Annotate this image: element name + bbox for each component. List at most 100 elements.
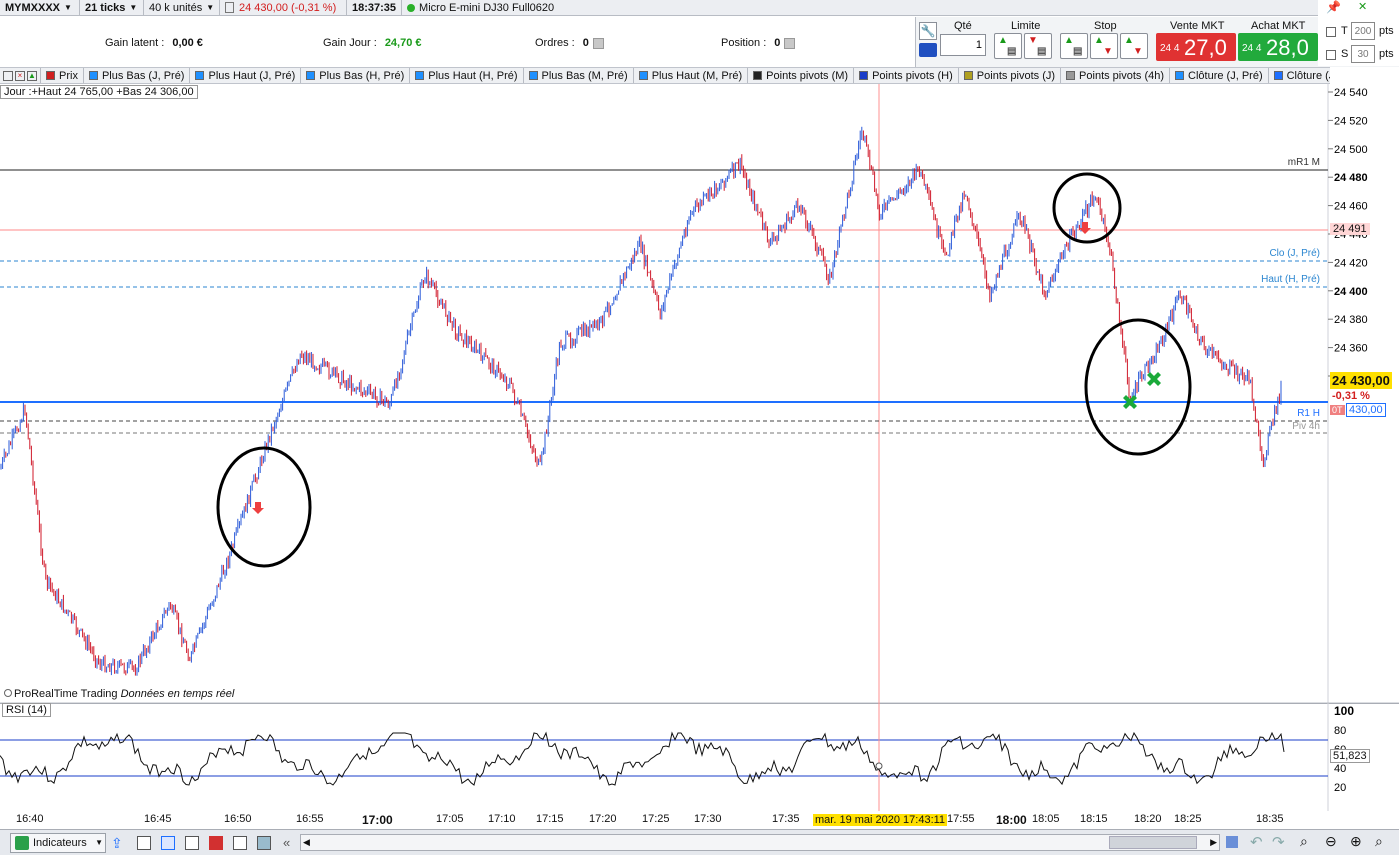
gain-jour: Gain Jour : 24,70 € <box>323 37 422 49</box>
rsi-line <box>0 731 1285 786</box>
limit-sell-button[interactable]: ▼ ▤ <box>1024 33 1052 59</box>
position[interactable]: Position : 0 <box>721 37 796 49</box>
wrench-icon[interactable]: 🔧 <box>919 22 937 40</box>
s-value-input[interactable] <box>1351 45 1375 63</box>
rsi-label[interactable]: RSI (14) <box>2 703 51 717</box>
x-tick-label: 18:20 <box>1134 813 1162 825</box>
zoom-reset-icon[interactable]: ⌕ <box>1375 833 1383 850</box>
up-arrow-icon[interactable]: ▲ <box>27 70 37 81</box>
rsi-value-tag: 51,823 <box>1330 749 1370 763</box>
indicators-icon <box>15 836 29 850</box>
limit-buy-button[interactable]: ▲ ▤ <box>994 33 1022 59</box>
t-checkbox[interactable] <box>1326 27 1336 37</box>
legend-swatch-icon <box>195 71 205 80</box>
remove-icon[interactable]: × <box>15 70 25 81</box>
legend-item[interactable]: Plus Haut (J, Pré) <box>190 68 302 83</box>
qty-input[interactable] <box>940 34 986 56</box>
keyboard-icon[interactable] <box>919 43 937 57</box>
position-value: 0 <box>774 37 781 49</box>
ot-value: 430,00 <box>1346 403 1386 417</box>
legend-item[interactable]: Points pivots (M) <box>748 68 855 83</box>
legend-item[interactable]: Points pivots (4h) <box>1061 68 1171 83</box>
drawing-icon[interactable] <box>209 836 223 850</box>
legend-swatch-icon <box>1066 71 1076 80</box>
scroll-end-icon[interactable] <box>1226 836 1238 848</box>
units-selector[interactable]: 40 k unités ▼ <box>144 0 220 16</box>
redo-icon[interactable]: ↷ <box>1272 833 1285 851</box>
buy-market-button[interactable]: 24 4 28,0 <box>1238 33 1318 61</box>
t-value-input[interactable] <box>1351 22 1375 40</box>
legend-label: Points pivots (4h) <box>1079 69 1165 82</box>
zoom-in-icon[interactable]: ⊕ <box>1350 833 1362 850</box>
legend-item[interactable]: Prix <box>41 68 84 83</box>
close-icon[interactable]: ✕ <box>1358 0 1367 13</box>
gain-latent-label: Gain latent : <box>105 37 165 49</box>
legend-item[interactable]: Plus Bas (H, Pré) <box>301 68 411 83</box>
zoom-fit-icon[interactable]: ⌕ <box>1300 833 1308 850</box>
legend-item[interactable]: Points pivots (J) <box>959 68 1062 83</box>
zoom-out-icon[interactable]: ⊖ <box>1325 833 1337 850</box>
double-chevron-left-icon[interactable]: « <box>283 835 290 850</box>
instrument-name: Micro E-mini DJ30 Full0620 <box>402 0 559 16</box>
settings-icon[interactable] <box>3 70 13 81</box>
last-change-tag: -0,31 % <box>1332 390 1370 402</box>
layout-icon[interactable] <box>137 836 151 850</box>
x-tick-label: 17:05 <box>436 813 464 825</box>
right-panel: 📌 ✕ T pts S pts <box>1318 0 1399 66</box>
x-tick-label: 16:40 <box>16 813 44 825</box>
price-change: 24 430,00 (-0,31 %) <box>239 1 337 14</box>
y-tick-label: 24 380 <box>1334 314 1368 326</box>
stop-order-button[interactable]: ▲ ▼ <box>1120 33 1148 59</box>
symbol-selector[interactable]: MYMXXXX ▼ <box>0 0 80 16</box>
rsi-canvas[interactable]: 10080604020 <box>0 703 1399 811</box>
x-tick-label: 17:10 <box>488 813 516 825</box>
watermark-text: ProRealTime Trading <box>14 688 118 700</box>
legend-label: Plus Bas (J, Pré) <box>101 69 185 82</box>
table-icon[interactable] <box>233 836 247 850</box>
trade-icon[interactable] <box>185 836 199 850</box>
pin-icon[interactable]: 📌 <box>1326 0 1341 14</box>
legend-item[interactable]: Points pivots (H) <box>854 68 959 83</box>
legend-item[interactable]: Plus Bas (J, Pré) <box>84 68 191 83</box>
ordres[interactable]: Ordres : 0 <box>535 37 604 49</box>
legend-item[interactable]: Clôture (J) <box>1269 68 1330 83</box>
x-tick-label: 18:15 <box>1080 813 1108 825</box>
watermark-sub: Données en temps réel <box>120 688 235 700</box>
close-position-icon[interactable] <box>784 37 796 49</box>
legend-item[interactable]: Plus Haut (M, Pré) <box>634 68 749 83</box>
rsi-tick-label: 40 <box>1334 763 1346 775</box>
scroll-thumb[interactable] <box>1109 836 1197 849</box>
ticks-selector[interactable]: 21 ticks ▼ <box>80 0 144 16</box>
symbol-label: MYMXXXX <box>5 1 61 14</box>
rsi-panel[interactable]: 10080604020 RSI (14) 51,823 <box>0 703 1399 811</box>
legend-item[interactable]: Plus Haut (H, Pré) <box>410 68 524 83</box>
horizontal-scrollbar[interactable]: ◀ ▶ <box>300 834 1220 851</box>
limit-label: Limite <box>1011 20 1041 32</box>
indicators-button[interactable]: Indicateurs ▼ <box>10 833 106 853</box>
clock-time: 18:37:35 <box>352 1 397 14</box>
haut-tag: Haut (H, Pré) <box>1261 274 1320 285</box>
buy-marker-icon <box>1147 372 1161 386</box>
scroll-right-icon[interactable]: ▶ <box>1210 837 1217 848</box>
ot-badge: 0T <box>1330 405 1345 415</box>
stop-sell-button[interactable]: ▲ ▼ <box>1090 33 1118 59</box>
price-chart[interactable]: 24 540 24 520 24 500 24 480 24 460 24 440 24 4… <box>0 84 1399 704</box>
instrument-label: Micro E-mini DJ30 Full0620 <box>419 1 555 14</box>
legend-item[interactable]: Clôture (J, Pré) <box>1170 68 1269 83</box>
scroll-left-icon[interactable]: ◀ <box>303 837 310 848</box>
chart-info-label: Jour :+Haut 24 765,00 +Bas 24 306,00 <box>0 85 198 99</box>
legend-swatch-icon <box>1273 71 1283 80</box>
s-checkbox[interactable] <box>1326 50 1336 60</box>
screen-icon[interactable] <box>257 836 271 850</box>
legend-item[interactable]: Plus Bas (M, Pré) <box>524 68 634 83</box>
sell-market-button[interactable]: 24 4 27,0 <box>1156 33 1236 61</box>
t-unit: pts <box>1379 25 1394 37</box>
chat-icon[interactable] <box>161 836 175 850</box>
stop-buy-button[interactable]: ▲ ▤ <box>1060 33 1088 59</box>
x-tick-label: 18:25 <box>1174 813 1202 825</box>
undo-icon[interactable]: ↶ <box>1250 833 1263 851</box>
price-chart-canvas[interactable]: 24 54024 52024 50024 48024 46024 44024 4… <box>0 84 1399 704</box>
close-orders-icon[interactable] <box>592 37 604 49</box>
share-icon[interactable]: ⇪ <box>111 835 127 851</box>
x-tick-label: 17:20 <box>589 813 617 825</box>
